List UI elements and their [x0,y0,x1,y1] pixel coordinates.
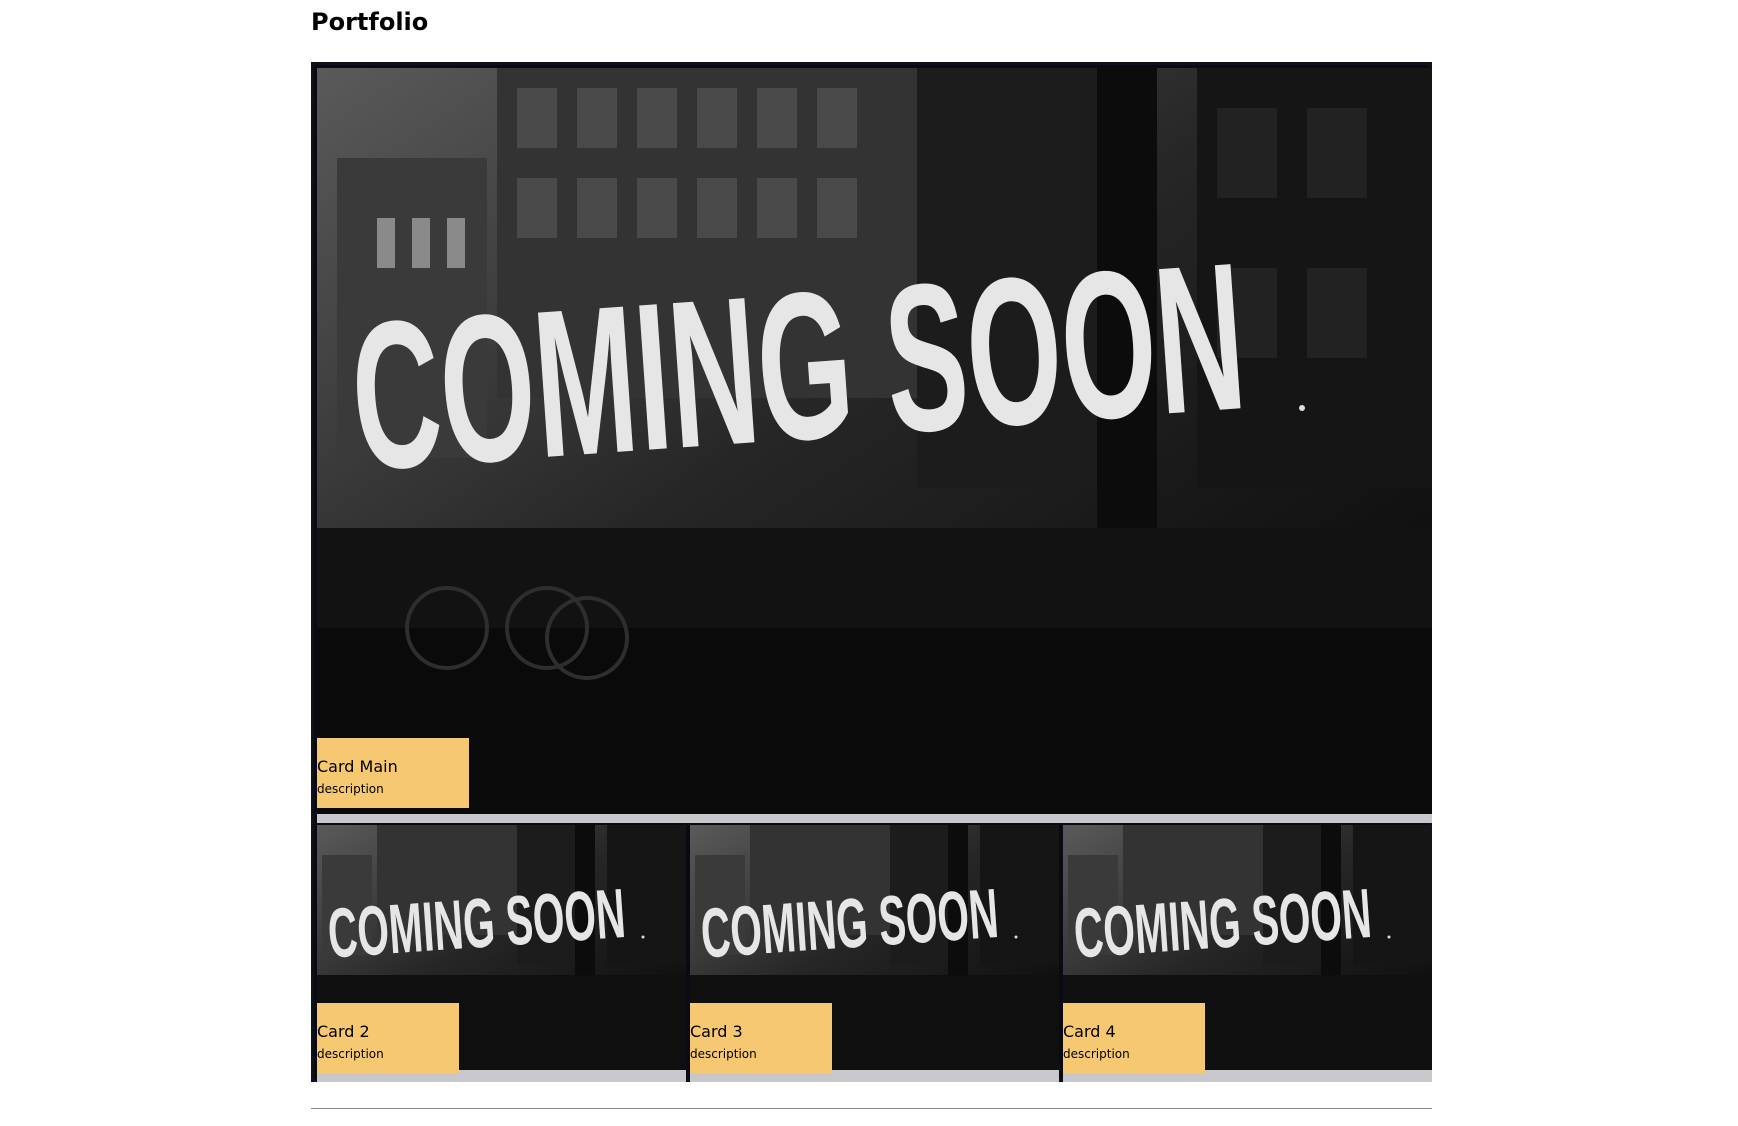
coming-soon-photo-icon: COMING SOON [317,68,1432,814]
card-description: description [317,782,384,796]
card-title: Card 2 [317,1022,370,1041]
card-label: Card 4 description [1063,1003,1205,1073]
card-3[interactable]: COMING SOON Card 3 description [690,825,1059,1082]
card-main[interactable]: COMING SOON Card Main description [317,68,1432,823]
card-label: Card 2 description [317,1003,459,1073]
card-title: Card 3 [690,1022,743,1041]
portfolio-grid: COMING SOON Card Main description COMING… [311,62,1432,1082]
card-description: description [690,1047,757,1061]
card-title: Card 4 [1063,1022,1116,1041]
card-label: Card Main description [317,738,469,808]
page-title: Portfolio [311,8,429,36]
footer-divider [311,1108,1432,1109]
card-title: Card Main [317,757,398,776]
card-4[interactable]: COMING SOON Card 4 description [1063,825,1432,1082]
card-description: description [1063,1047,1130,1061]
image-bottom-bar [317,814,1432,823]
card-label: Card 3 description [690,1003,832,1073]
card-2[interactable]: COMING SOON Card 2 description [317,825,686,1082]
card-description: description [317,1047,384,1061]
page: Portfolio COMING SOON Card Main descript… [0,0,1738,1126]
